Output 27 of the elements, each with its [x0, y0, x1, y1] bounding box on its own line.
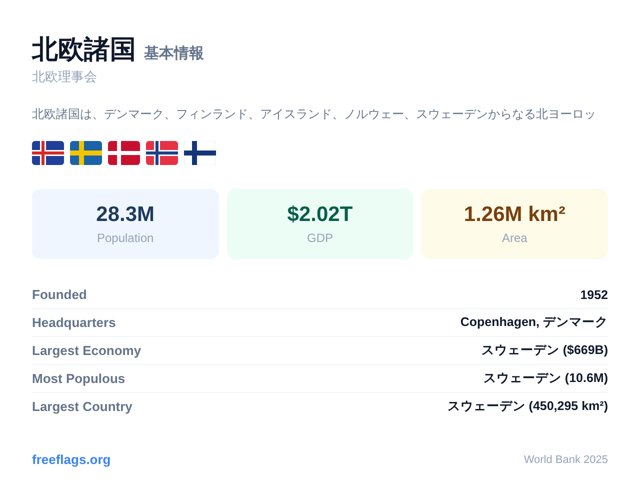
source-link[interactable]: freeflags.org	[32, 452, 111, 467]
fact-label: Most Populous	[32, 371, 126, 386]
fact-value: スウェーデン ($669B)	[481, 342, 608, 359]
fact-value: スウェーデン (10.6M)	[483, 370, 608, 387]
stat-value: 1.26M km²	[464, 203, 566, 227]
flag-icon	[70, 141, 102, 165]
description: 北欧諸国は、デンマーク、フィンランド、アイスランド、ノルウェー、スウェーデンからなる北ヨーロッ	[32, 106, 597, 123]
fact-label: Headquarters	[32, 315, 116, 330]
fact-label: Largest Country	[32, 399, 132, 414]
page-title: 北欧諸国	[32, 33, 136, 66]
stat-label: Population	[96, 231, 154, 245]
stat-value: $2.02T	[287, 203, 353, 227]
flag-icon	[184, 141, 216, 165]
flag-icon	[32, 141, 64, 165]
stat-label: Area	[502, 231, 528, 245]
fact-value: スウェーデン (450,295 km²)	[447, 398, 608, 415]
fact-label: Founded	[32, 287, 87, 302]
stat-label: GDP	[306, 231, 333, 245]
fact-value: Copenhagen, デンマーク	[460, 314, 608, 331]
section-label: 基本情報	[144, 44, 204, 63]
source-note: World Bank 2025	[524, 454, 608, 466]
stat-value: 28.3M	[96, 203, 155, 227]
flag-icon	[108, 141, 140, 165]
fact-label: Largest Economy	[32, 343, 142, 358]
subtitle: 北欧理事会	[32, 68, 98, 86]
flag-icon	[146, 141, 178, 165]
fact-value: 1952	[580, 288, 608, 302]
